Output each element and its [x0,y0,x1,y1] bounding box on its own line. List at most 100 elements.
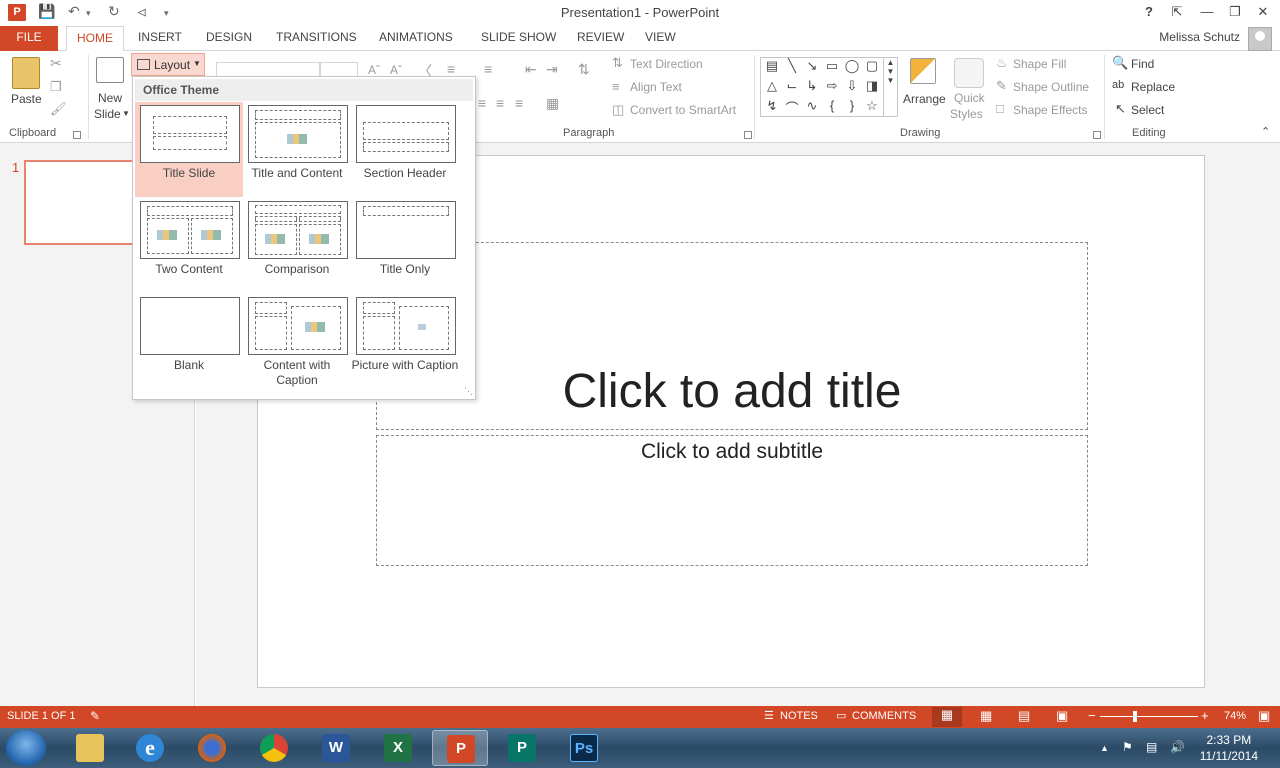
columns-icon[interactable]: ▦ [546,95,559,112]
taskbar-word[interactable]: W [308,730,364,766]
right-arrow-shape-icon[interactable]: ⇨ [823,78,841,94]
title-placeholder-text[interactable]: Click to add title [377,364,1087,419]
cut-icon[interactable]: ✂ [50,55,62,72]
quick-styles-icon[interactable] [954,58,984,88]
line-spacing-icon[interactable]: ⇅ [578,61,590,78]
collapse-ribbon-icon[interactable]: ⌃ [1261,125,1270,138]
layout-content-with-caption[interactable]: Content with Caption [243,294,351,394]
normal-view-icon[interactable]: ▦ [932,707,962,727]
help-icon[interactable]: ? [1138,3,1160,21]
show-hidden-icons-icon[interactable]: ▲ [1100,743,1109,753]
increase-indent-icon[interactable]: ⇥ [546,61,558,78]
paragraph-launcher-icon[interactable] [744,131,752,139]
tab-view[interactable]: VIEW [635,26,686,51]
convert-smartart-button[interactable]: Convert to SmartArt [630,103,736,117]
shape-outline-icon[interactable]: ✎ [996,78,1007,94]
zoom-slider-thumb[interactable] [1133,711,1137,722]
taskbar-excel[interactable]: X [370,730,426,766]
align-right-icon[interactable]: ≡ [496,95,504,111]
zoom-slider[interactable] [1100,716,1198,717]
new-slide-label[interactable]: New [98,91,122,105]
text-box-shape-icon[interactable]: ▤ [763,58,781,74]
shapes-gallery[interactable]: ▤ ╲ ↘ ▭ ◯ ▢ △ ⌙ ↳ ⇨ ⇩ ◨ ↯ ⌒ ∿ { } ☆ ▲ ▼ ▼ [760,57,898,117]
zoom-level[interactable]: 74% [1224,710,1246,722]
arrow-line-shape-icon[interactable]: ↘ [803,58,821,74]
layout-blank[interactable]: Blank [135,294,243,386]
shape-outline-button[interactable]: Shape Outline [1013,80,1089,94]
select-icon[interactable]: ↖ [1115,101,1126,117]
tab-slide-show[interactable]: SLIDE SHOW [471,26,566,51]
down-arrow-shape-icon[interactable]: ⇩ [843,78,861,94]
close-icon[interactable]: ✕ [1252,3,1274,21]
find-icon[interactable]: 🔍 [1112,55,1128,71]
elbow-connector-shape-icon[interactable]: ⌙ [783,78,801,94]
replace-button[interactable]: Replace [1131,80,1175,94]
elbow-arrow-shape-icon[interactable]: ↳ [803,78,821,94]
layout-section-header[interactable]: Section Header [351,102,459,194]
text-direction-button[interactable]: Text Direction [630,57,703,71]
numbering-icon[interactable]: ≡ [484,61,492,77]
format-painter-icon[interactable]: 🖌 [50,101,67,117]
arrange-icon[interactable] [910,58,936,84]
shape-effects-icon[interactable]: □ [996,101,1004,116]
freeform-shape-icon[interactable]: ∿ [803,98,821,114]
right-brace-shape-icon[interactable]: } [843,98,861,113]
smartart-icon[interactable]: ◫ [612,102,624,118]
flowchart-shape-icon[interactable]: ◨ [863,78,881,94]
user-name[interactable]: Melissa Schutz [1159,30,1240,44]
taskbar-publisher[interactable]: P [494,730,550,766]
bullets-icon[interactable]: ≡ [447,61,455,77]
taskbar-firefox[interactable] [184,730,240,766]
align-text-icon[interactable]: ≡ [612,79,620,94]
layout-button[interactable]: Layout ▼ [131,53,205,76]
comments-button[interactable]: COMMENTS [852,710,916,722]
layout-picture-with-caption[interactable]: Picture with Caption [351,294,459,394]
new-slide-button[interactable]: Slide [94,107,121,121]
minimize-icon[interactable]: — [1196,3,1218,21]
zoom-in-icon[interactable]: + [1201,708,1209,723]
align-text-button[interactable]: Align Text [630,80,682,94]
spelling-icon[interactable]: ✎ [90,709,100,723]
star-shape-icon[interactable]: ☆ [863,98,881,114]
rectangle-shape-icon[interactable]: ▭ [823,58,841,74]
curve-shape-icon[interactable]: ↯ [763,98,781,114]
decrease-font-icon[interactable]: Aˇ [390,63,402,77]
rounded-rect-shape-icon[interactable]: ▢ [863,58,881,74]
ribbon-display-icon[interactable]: ⇱ [1166,3,1188,21]
reading-view-icon[interactable]: ▤ [1018,708,1030,724]
drawing-launcher-icon[interactable] [1093,131,1101,139]
slide-show-icon[interactable]: ▣ [1056,708,1068,724]
taskbar-photoshop[interactable]: Ps [556,730,612,766]
resize-grip-icon[interactable]: ⋱ [464,386,473,397]
tab-animations[interactable]: ANIMATIONS [369,26,463,51]
replace-icon[interactable]: ab [1112,79,1124,91]
start-button[interactable] [6,730,46,766]
align-center-icon[interactable]: ≡ [478,95,486,111]
left-brace-shape-icon[interactable]: { [823,98,841,113]
tab-file[interactable]: FILE [0,26,58,51]
slide-sorter-icon[interactable]: ▦ [980,708,992,724]
volume-icon[interactable]: 🔊 [1170,740,1185,754]
chevron-down-icon[interactable]: ▼ [122,109,130,118]
taskbar-ie[interactable]: e [122,730,178,766]
arc-shape-icon[interactable]: ⌒ [783,98,801,117]
find-button[interactable]: Find [1131,57,1154,71]
shape-effects-button[interactable]: Shape Effects [1013,103,1088,117]
line-shape-icon[interactable]: ╲ [783,58,801,74]
comments-icon[interactable]: ▭ [836,709,846,722]
decrease-indent-icon[interactable]: ⇤ [525,61,537,78]
avatar[interactable] [1248,27,1272,51]
tab-home[interactable]: HOME [66,26,124,52]
justify-icon[interactable]: ≡ [515,95,523,111]
paste-button[interactable]: Paste [11,92,42,106]
zoom-out-icon[interactable]: − [1088,708,1096,723]
subtitle-placeholder[interactable]: Click to add subtitle [376,435,1088,566]
select-button[interactable]: Select [1131,103,1164,117]
layout-two-content[interactable]: Two Content [135,198,243,290]
shapes-scroll[interactable]: ▲ ▼ ▼ [883,58,897,116]
arrange-button[interactable]: Arrange [903,92,946,106]
tab-insert[interactable]: INSERT [128,26,192,51]
network-icon[interactable]: ▤ [1146,740,1157,754]
paste-icon[interactable] [12,57,40,89]
shape-fill-icon[interactable]: ♨ [996,55,1008,71]
